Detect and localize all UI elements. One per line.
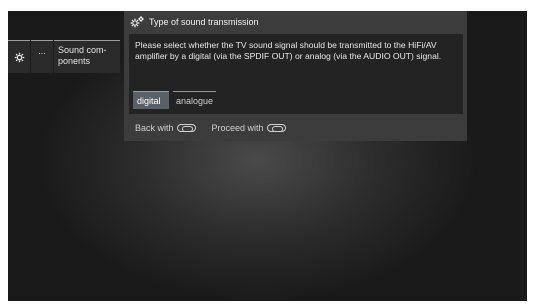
tv-screen: ... Sound com- ponents Type of sound tra… [8, 11, 527, 301]
option-analogue-label: analogue [176, 95, 214, 106]
breadcrumb-settings[interactable] [8, 40, 30, 73]
option-digital-label: digital [137, 95, 161, 106]
gears-icon [130, 16, 144, 28]
back-hint-label: Back with [135, 123, 174, 133]
breadcrumb-ellipsis[interactable]: ... [31, 40, 53, 73]
option-digital[interactable]: digital [133, 91, 169, 109]
dialog-title: Type of sound transmission [149, 17, 259, 27]
ok-button-icon [266, 124, 286, 132]
option-analogue[interactable]: analogue [173, 91, 216, 109]
dialog-body: Please select whether the TV sound signa… [129, 34, 463, 114]
sound-transmission-dialog: Type of sound transmission Please select… [124, 11, 467, 141]
breadcrumb-ellipsis-label: ... [38, 46, 46, 56]
gear-icon [14, 52, 24, 62]
proceed-hint-label: Proceed with [211, 123, 264, 133]
dialog-message: Please select whether the TV sound signa… [135, 40, 442, 61]
dialog-footer: Back with Proceed with [135, 121, 286, 135]
breadcrumb-sound-components-label: Sound com- ponents [58, 45, 107, 66]
back-button-icon [176, 124, 196, 132]
dialog-title-bar: Type of sound transmission [124, 11, 467, 33]
breadcrumb-sound-components[interactable]: Sound com- ponents [54, 40, 120, 73]
